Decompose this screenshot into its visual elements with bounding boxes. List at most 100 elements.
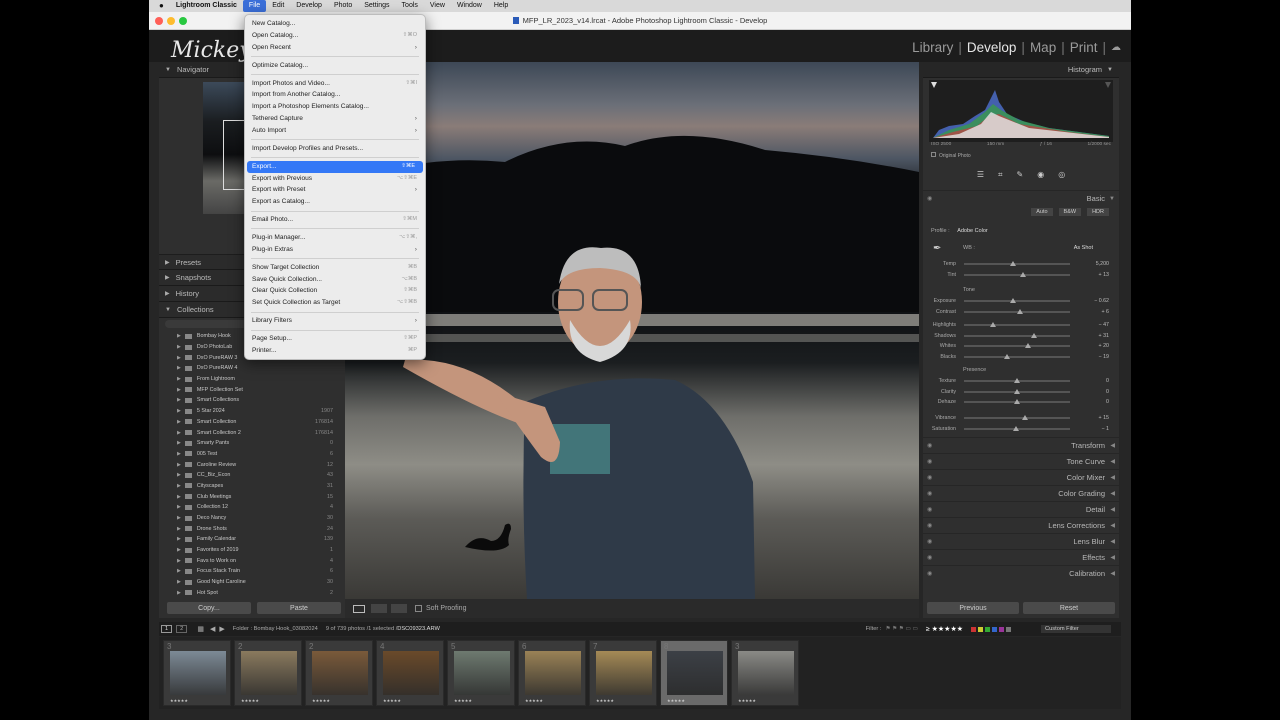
eye-icon[interactable]: ◉ [927, 474, 932, 481]
filmstrip-thumbnail[interactable]: 3 ★★★★★ [731, 640, 799, 706]
collection-item[interactable]: ▶ Drone Shots 24 [159, 523, 345, 534]
collection-item[interactable]: ▶ Smarty Pants 0 [159, 438, 345, 449]
folder-source[interactable]: Folder : Bombay Hook_03082024 [233, 626, 318, 632]
menu-item[interactable]: Optimize Catalog... [245, 60, 425, 72]
auto-button[interactable]: Auto [1031, 208, 1053, 216]
profile-select[interactable]: Adobe Color [957, 228, 988, 234]
collection-item[interactable]: ▶ Favs to Work on 4 [159, 555, 345, 566]
collection-item[interactable]: ▶ From Lightroom [159, 374, 345, 385]
flag-filter-icons[interactable]: ⚑ ⚑ ⚑ ▭ ▭ [885, 626, 917, 632]
disclosure-icon[interactable]: ▶ [177, 387, 181, 393]
disclosure-icon[interactable]: ▶ [177, 365, 181, 371]
disclosure-icon[interactable]: ▶ [177, 430, 181, 436]
menu-item[interactable]: Import Develop Profiles and Presets... [245, 143, 425, 155]
filmstrip-thumbnail[interactable]: 8 ★★★★★ [660, 640, 728, 706]
collection-item[interactable]: ▶ DxO PureRAW 4 [159, 363, 345, 374]
collection-item[interactable]: ▶ 005 Test 6 [159, 449, 345, 460]
collection-item[interactable]: ▶ Cityscapes 31 [159, 481, 345, 492]
histogram[interactable]: ISO 2500 150 mm ƒ / 16 1/2000 sec Original … [929, 80, 1113, 159]
menu-item[interactable]: Export as Catalog... [245, 196, 425, 208]
collection-item[interactable]: ▶ Smart Collections [159, 395, 345, 406]
panel-section-header[interactable]: ◉ Tone Curve ◀ [923, 453, 1119, 469]
slider-track[interactable] [964, 353, 1070, 359]
disclosure-icon[interactable]: ▶ [177, 472, 181, 478]
slider-value[interactable]: − 19 [1099, 354, 1109, 360]
panel-section-header[interactable]: ◉ Lens Corrections ◀ [923, 517, 1119, 533]
menu-edit[interactable]: Edit [266, 0, 290, 12]
red-eye-icon[interactable]: ◉ [1037, 170, 1044, 184]
app-menu[interactable]: Lightroom Classic [170, 0, 243, 12]
menu-item[interactable]: Plug-in Extras › [245, 244, 425, 256]
slider-value[interactable]: 0 [1106, 399, 1109, 405]
slider-handle[interactable] [1014, 378, 1020, 384]
collection-item[interactable]: ▶ Smart Collection 2 176814 [159, 427, 345, 438]
slider-value[interactable]: + 31 [1099, 333, 1109, 339]
disclosure-icon[interactable]: ▶ [177, 462, 181, 468]
slider-track[interactable] [964, 298, 1070, 304]
menu-item[interactable]: Clear Quick Collection ⇧⌘B [245, 285, 425, 297]
menu-item[interactable]: Export with Preset › [245, 184, 425, 196]
collection-item[interactable]: ▶ Favorites of 2019 1 [159, 545, 345, 556]
eye-icon[interactable]: ◉ [927, 195, 932, 202]
menu-photo[interactable]: Photo [328, 0, 358, 12]
menu-settings[interactable]: Settings [358, 0, 395, 12]
disclosure-icon[interactable]: ▶ [177, 355, 181, 361]
crop-icon[interactable]: ⌗ [998, 170, 1003, 184]
hdr-button[interactable]: HDR [1087, 208, 1109, 216]
disclosure-icon[interactable]: ▶ [177, 494, 181, 500]
slider-value[interactable]: 0 [1106, 378, 1109, 384]
masking-icon[interactable]: ◎ [1058, 170, 1065, 184]
menu-item[interactable]: Import from Another Catalog... [245, 89, 425, 101]
slider-track[interactable] [964, 343, 1070, 349]
menu-item[interactable]: Import a Photoshop Elements Catalog... [245, 101, 425, 113]
bw-button[interactable]: B&W [1058, 208, 1082, 216]
slider-handle[interactable] [1012, 425, 1019, 431]
panel-section-header[interactable]: ◉ Effects ◀ [923, 549, 1119, 565]
filmstrip-thumbnail[interactable]: 2 ★★★★★ [234, 640, 302, 706]
slider-value[interactable]: − 0.62 [1094, 298, 1109, 304]
filmstrip-thumbnail[interactable]: 4 ★★★★★ [376, 640, 444, 706]
heal-icon[interactable]: ✎ [1017, 170, 1024, 184]
slider-track[interactable] [964, 322, 1070, 328]
panel-section-header[interactable]: ◉ Transform ◀ [923, 437, 1119, 453]
slider-track[interactable] [964, 271, 1070, 277]
eye-icon[interactable]: ◉ [927, 458, 932, 465]
basic-header[interactable]: ◉ Basic ▼ [923, 190, 1119, 206]
photo-canvas[interactable] [345, 62, 919, 599]
eye-icon[interactable]: ◉ [927, 554, 932, 561]
menu-item[interactable]: Printer... ⌘P [245, 345, 425, 357]
slider-handle[interactable] [1017, 308, 1024, 314]
before-after-icon[interactable] [371, 604, 387, 613]
collection-item[interactable]: ▶ Good Night Caroline 30 [159, 577, 345, 588]
previous-button[interactable]: Previous [927, 602, 1019, 614]
grid-icon[interactable]: ▦ [197, 625, 204, 633]
panel-section-header[interactable]: ◉ Calibration ◀ [923, 565, 1119, 581]
collection-item[interactable]: ▶ CC_Biz_Econ 43 [159, 470, 345, 481]
collection-item[interactable]: ▶ MFP Collection Set [159, 384, 345, 395]
soft-proofing-checkbox[interactable] [415, 605, 422, 612]
module-develop[interactable]: Develop [967, 40, 1017, 55]
reset-button[interactable]: Reset [1023, 602, 1115, 614]
menu-item[interactable]: Page Setup... ⇧⌘P [245, 333, 425, 345]
disclosure-icon[interactable]: ▶ [177, 440, 181, 446]
menu-window[interactable]: Window [451, 0, 488, 12]
selected-file[interactable]: DSC09323.ARW [397, 626, 440, 632]
slider-track[interactable] [964, 415, 1070, 421]
slider-handle[interactable] [1004, 353, 1011, 359]
filmstrip-thumbnail[interactable]: 2 ★★★★★ [305, 640, 373, 706]
eye-icon[interactable]: ◉ [927, 538, 932, 545]
module-library[interactable]: Library [912, 40, 953, 55]
disclosure-icon[interactable]: ▶ [177, 504, 181, 510]
menu-item[interactable]: Library Filters › [245, 315, 425, 327]
disclosure-icon[interactable]: ▶ [177, 558, 181, 564]
disclosure-icon[interactable]: ▶ [177, 536, 181, 542]
back-arrow-icon[interactable]: ◀ [210, 625, 215, 633]
module-map[interactable]: Map [1030, 40, 1056, 55]
menu-item[interactable]: Show Target Collection ⌘B [245, 262, 425, 274]
filmstrip-thumbnail[interactable]: 7 ★★★★★ [589, 640, 657, 706]
slider-value[interactable]: + 13 [1099, 272, 1109, 278]
wb-eyedropper-icon[interactable]: ✒ [933, 243, 941, 254]
menu-item[interactable]: Email Photo... ⇧⌘M [245, 214, 425, 226]
apple-icon[interactable]: ● [149, 0, 170, 12]
filmstrip-thumbnail[interactable]: 3 ★★★★★ [163, 640, 231, 706]
